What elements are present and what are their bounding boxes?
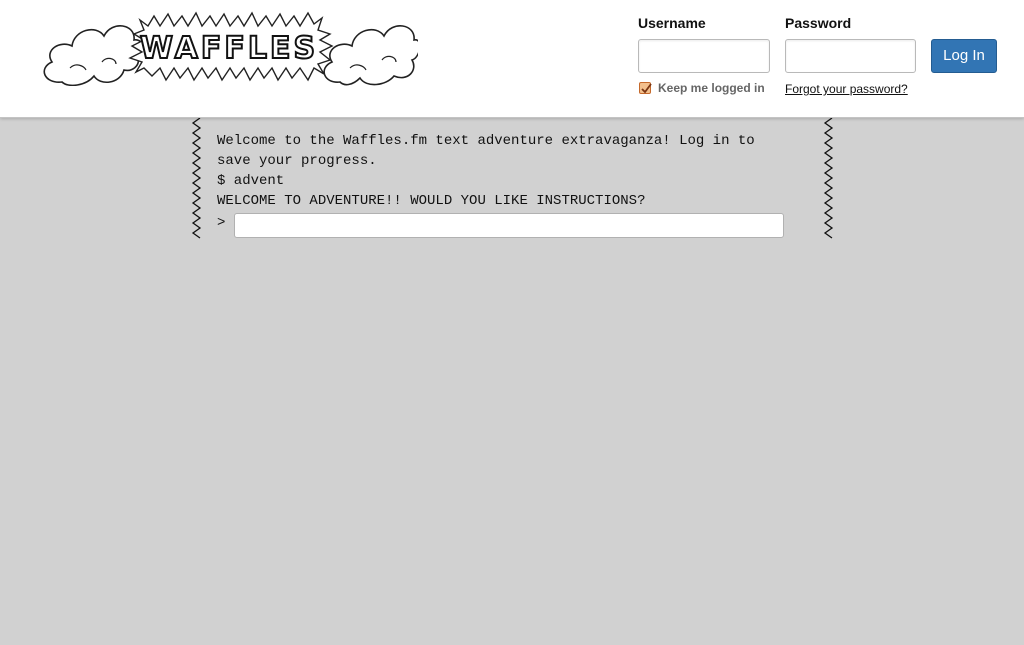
- waffles-logo[interactable]: WAFFLES: [40, 10, 418, 86]
- terminal-line: Welcome to the Waffles.fm text adventure…: [217, 133, 764, 169]
- command-input[interactable]: [234, 213, 784, 238]
- prompt-symbol: >: [217, 215, 226, 231]
- remember-checkbox[interactable]: [639, 82, 652, 94]
- left-zigzag-border: [191, 118, 202, 239]
- username-label: Username: [638, 15, 706, 31]
- checkmark-icon: [641, 83, 652, 94]
- logo-image: WAFFLES: [43, 11, 418, 86]
- site-header: WAFFLES Username Password Log In Keep me…: [0, 0, 1024, 118]
- login-button[interactable]: Log In: [931, 39, 997, 73]
- password-input[interactable]: [785, 39, 916, 73]
- password-label: Password: [785, 15, 852, 31]
- terminal-output: Welcome to the Waffles.fm text adventure…: [217, 131, 777, 211]
- username-input[interactable]: [638, 39, 770, 73]
- remember-label: Keep me logged in: [658, 81, 765, 95]
- right-zigzag-border: [823, 118, 834, 239]
- logo-wordmark: WAFFLES: [140, 31, 318, 66]
- forgot-password-link[interactable]: Forgot your password?: [785, 82, 908, 96]
- terminal: Welcome to the Waffles.fm text adventure…: [190, 118, 836, 240]
- terminal-line: $ advent: [217, 173, 285, 189]
- terminal-line: WELCOME TO ADVENTURE!! WOULD YOU LIKE IN…: [217, 193, 646, 209]
- remember-me: Keep me logged in: [639, 80, 765, 96]
